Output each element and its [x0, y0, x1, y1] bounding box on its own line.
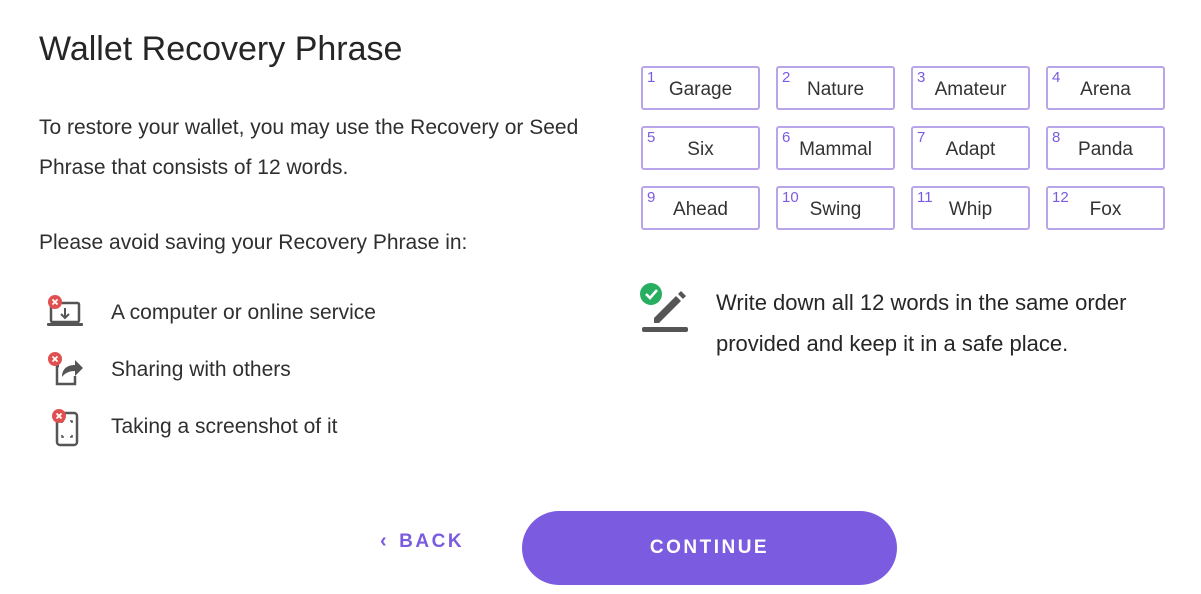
avoid-item-label: Taking a screenshot of it	[111, 414, 338, 438]
computer-x-icon	[45, 293, 85, 333]
share-x-icon	[45, 350, 85, 390]
page-title: Wallet Recovery Phrase	[39, 30, 403, 68]
word-number: 2	[782, 69, 791, 86]
word-box: 9 Ahead	[641, 186, 760, 230]
phone-screenshot-x-icon	[45, 407, 85, 447]
avoid-item-screenshot: Taking a screenshot of it	[45, 398, 376, 455]
word-text: Adapt	[945, 139, 996, 160]
word-box: 12 Fox	[1046, 186, 1165, 230]
safety-note-text: Write down all 12 words in the same orde…	[716, 290, 1127, 356]
word-box: 5 Six	[641, 126, 760, 170]
word-text: Ahead	[673, 199, 728, 220]
continue-button[interactable]: CONTINUE	[522, 511, 897, 585]
word-text: Whip	[948, 199, 993, 220]
recovery-words-grid: 1 Garage 2 Nature 3 Amateur 4 Arena 5 Six 6 Ma…	[641, 66, 1165, 230]
avoid-item-label: A computer or online service	[111, 300, 376, 324]
word-text: Mammal	[799, 139, 872, 160]
avoid-item-computer: A computer or online service	[45, 284, 376, 341]
word-text: Amateur	[934, 79, 1007, 100]
word-number: 3	[917, 69, 926, 86]
word-box: 11 Whip	[911, 186, 1030, 230]
word-box: 3 Amateur	[911, 66, 1030, 110]
word-number: 7	[917, 129, 926, 146]
word-number: 11	[917, 189, 933, 206]
back-button-label: BACK	[399, 530, 465, 552]
avoid-item-sharing: Sharing with others	[45, 341, 376, 398]
word-text: Nature	[806, 79, 865, 100]
word-number: 10	[782, 189, 799, 206]
chevron-left-icon: ‹	[380, 530, 390, 552]
word-box: 4 Arena	[1046, 66, 1165, 110]
word-text: Fox	[1089, 199, 1122, 220]
word-number: 4	[1052, 69, 1061, 86]
word-number: 8	[1052, 129, 1061, 146]
word-box: 10 Swing	[776, 186, 895, 230]
word-text: Panda	[1078, 139, 1133, 160]
avoid-heading: Please avoid saving your Recovery Phrase…	[39, 231, 468, 254]
intro-text: To restore your wallet, you may use the …	[39, 116, 579, 179]
word-text: Arena	[1080, 79, 1131, 100]
avoid-list: A computer or online service Sharing wit…	[45, 284, 376, 455]
word-box: 2 Nature	[776, 66, 895, 110]
word-number: 12	[1052, 189, 1069, 206]
write-check-icon	[640, 282, 690, 338]
avoid-item-label: Sharing with others	[111, 357, 291, 381]
safety-note: Write down all 12 words in the same orde…	[640, 282, 1186, 364]
word-number: 1	[647, 69, 656, 86]
word-text: Swing	[809, 199, 862, 220]
word-box: 8 Panda	[1046, 126, 1165, 170]
word-text: Garage	[668, 79, 733, 100]
word-box: 6 Mammal	[776, 126, 895, 170]
word-number: 5	[647, 129, 656, 146]
back-button[interactable]: ‹ BACK	[380, 530, 464, 553]
word-box: 7 Adapt	[911, 126, 1030, 170]
word-box: 1 Garage	[641, 66, 760, 110]
word-number: 9	[647, 189, 656, 206]
word-number: 6	[782, 129, 791, 146]
word-text: Six	[687, 139, 714, 160]
